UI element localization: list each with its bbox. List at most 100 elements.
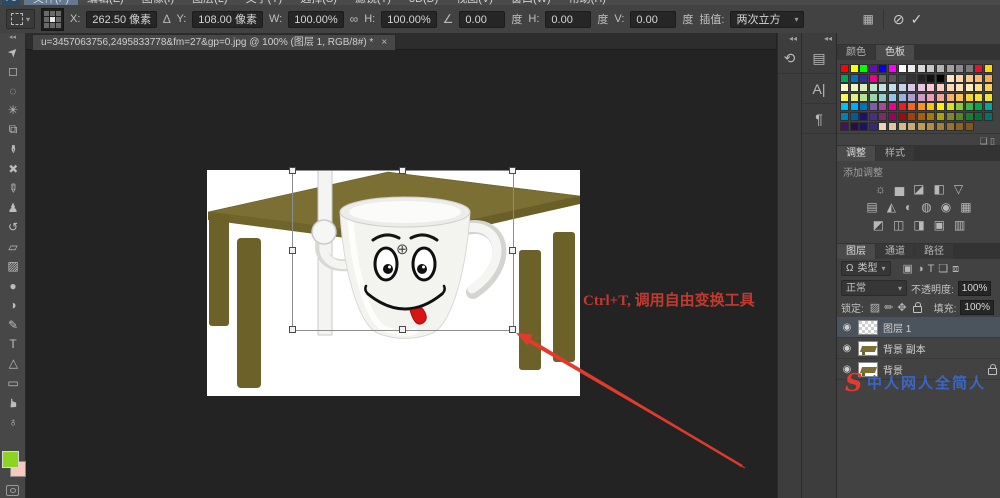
color-swatch[interactable]: [840, 74, 849, 83]
color-swatch[interactable]: [850, 112, 859, 121]
transform-handle[interactable]: [289, 167, 296, 174]
warp-mode-icon[interactable]: ▦: [862, 12, 873, 26]
layer-row[interactable]: ◉图层 1: [837, 317, 1000, 338]
color-swatch[interactable]: [955, 102, 964, 111]
color-swatch[interactable]: [907, 83, 916, 92]
color-swatch[interactable]: [888, 122, 897, 131]
color-swatch[interactable]: [946, 64, 955, 73]
foreground-color-swatch[interactable]: [2, 451, 19, 468]
transform-handle[interactable]: [289, 247, 296, 254]
color-swatch[interactable]: [907, 74, 916, 83]
type-tool[interactable]: T: [0, 335, 26, 355]
color-swatch[interactable]: [984, 93, 993, 102]
transform-handle[interactable]: [399, 326, 406, 333]
selective-color-icon[interactable]: ▥: [954, 218, 965, 232]
cancel-transform-icon[interactable]: ⊘: [893, 11, 905, 28]
color-swatch[interactable]: [859, 102, 868, 111]
layer-visibility-icon[interactable]: ◉: [841, 343, 853, 354]
zoom-tool[interactable]: ♁: [0, 413, 26, 433]
color-swatch[interactable]: [859, 93, 868, 102]
curves-icon[interactable]: ◪: [913, 182, 924, 196]
filter-pixel-icon[interactable]: ▣: [903, 263, 913, 275]
color-swatch[interactable]: [850, 122, 859, 131]
color-swatch[interactable]: [907, 93, 916, 102]
color-swatch[interactable]: [936, 112, 945, 121]
x-field[interactable]: 262.50 像素: [86, 11, 157, 28]
color-swatch[interactable]: [974, 93, 983, 102]
link-dimensions-icon[interactable]: ∞: [350, 12, 359, 26]
brush-tool[interactable]: ✏: [0, 179, 26, 199]
swatches-tab-色板[interactable]: 色板: [876, 45, 914, 60]
color-swatch[interactable]: [965, 64, 974, 73]
black-white-icon[interactable]: ◐: [905, 200, 912, 214]
color-swatch[interactable]: [878, 122, 887, 131]
lock-move-icon[interactable]: ✥: [897, 302, 906, 314]
color-swatch[interactable]: [907, 122, 916, 131]
transform-handle[interactable]: [289, 326, 296, 333]
color-swatch[interactable]: [869, 83, 878, 92]
color-swatch[interactable]: [965, 122, 974, 131]
color-swatch[interactable]: [898, 83, 907, 92]
color-swatch[interactable]: [878, 93, 887, 102]
commit-transform-icon[interactable]: ✓: [911, 11, 923, 28]
filter-smart-object-icon[interactable]: ⧈: [952, 263, 959, 275]
color-swatch[interactable]: [965, 93, 974, 102]
color-swatch[interactable]: [859, 83, 868, 92]
layer-visibility-icon[interactable]: ◉: [841, 322, 853, 333]
color-swatch[interactable]: [965, 83, 974, 92]
brightness-contrast-icon[interactable]: ☼: [875, 182, 886, 196]
history-panel-icon[interactable]: ⟲: [778, 44, 801, 74]
color-swatch[interactable]: [965, 102, 974, 111]
layers-tab-通道[interactable]: 通道: [876, 244, 914, 259]
blur-tool[interactable]: ●: [0, 276, 26, 296]
y-field[interactable]: 108.00 像素: [192, 11, 263, 28]
color-swatch[interactable]: [926, 102, 935, 111]
hue-saturation-icon[interactable]: ▤: [866, 200, 877, 214]
expand-panels-icon[interactable]: ◂◂: [778, 33, 801, 44]
color-swatch[interactable]: [859, 122, 868, 131]
color-swatch[interactable]: [840, 112, 849, 121]
color-swatch[interactable]: [859, 112, 868, 121]
pen-tool[interactable]: ✎: [0, 315, 26, 335]
color-swatch[interactable]: [917, 102, 926, 111]
layer-thumbnail[interactable]: [858, 320, 878, 335]
color-swatch[interactable]: [898, 74, 907, 83]
color-swatch[interactable]: [888, 112, 897, 121]
lock-paint-icon[interactable]: ✏: [884, 302, 893, 314]
document-tab[interactable]: u=3457063756,2495833778&fm=27&gp=0.jpg @…: [32, 34, 396, 50]
color-swatch[interactable]: [869, 64, 878, 73]
color-swatch[interactable]: [840, 83, 849, 92]
paragraph-panel-icon[interactable]: ¶: [802, 104, 836, 134]
color-swatch[interactable]: [888, 64, 897, 73]
threshold-icon[interactable]: ◨: [913, 218, 924, 232]
color-swatch[interactable]: [888, 74, 897, 83]
clone-stamp-tool[interactable]: ♟: [0, 198, 26, 218]
color-lookup-icon[interactable]: ▦: [960, 200, 971, 214]
color-swatch[interactable]: [984, 64, 993, 73]
layer-thumbnail[interactable]: [858, 341, 878, 356]
color-swatch[interactable]: [888, 102, 897, 111]
color-swatch[interactable]: [869, 102, 878, 111]
color-swatch[interactable]: [859, 74, 868, 83]
color-swatch[interactable]: [917, 93, 926, 102]
color-swatch[interactable]: [850, 64, 859, 73]
levels-icon[interactable]: ▅: [895, 182, 904, 196]
color-swatch[interactable]: [926, 83, 935, 92]
shape-tool[interactable]: ▭: [0, 374, 26, 394]
height-field[interactable]: 100.00%: [381, 11, 436, 28]
color-swatch[interactable]: [926, 74, 935, 83]
adjustments-tab-调整[interactable]: 调整: [837, 146, 875, 161]
gradient-map-icon[interactable]: ▣: [934, 218, 945, 232]
color-swatch[interactable]: [840, 93, 849, 102]
color-swatch[interactable]: [936, 83, 945, 92]
reference-point-locator[interactable]: [41, 8, 64, 31]
color-swatch[interactable]: [965, 112, 974, 121]
color-swatch[interactable]: [984, 112, 993, 121]
color-swatch[interactable]: [917, 122, 926, 131]
color-swatch[interactable]: [850, 83, 859, 92]
color-swatch[interactable]: [936, 64, 945, 73]
color-swatch[interactable]: [926, 122, 935, 131]
color-swatch[interactable]: [946, 93, 955, 102]
color-swatch[interactable]: [898, 64, 907, 73]
character-panel-icon[interactable]: A|: [802, 74, 836, 104]
